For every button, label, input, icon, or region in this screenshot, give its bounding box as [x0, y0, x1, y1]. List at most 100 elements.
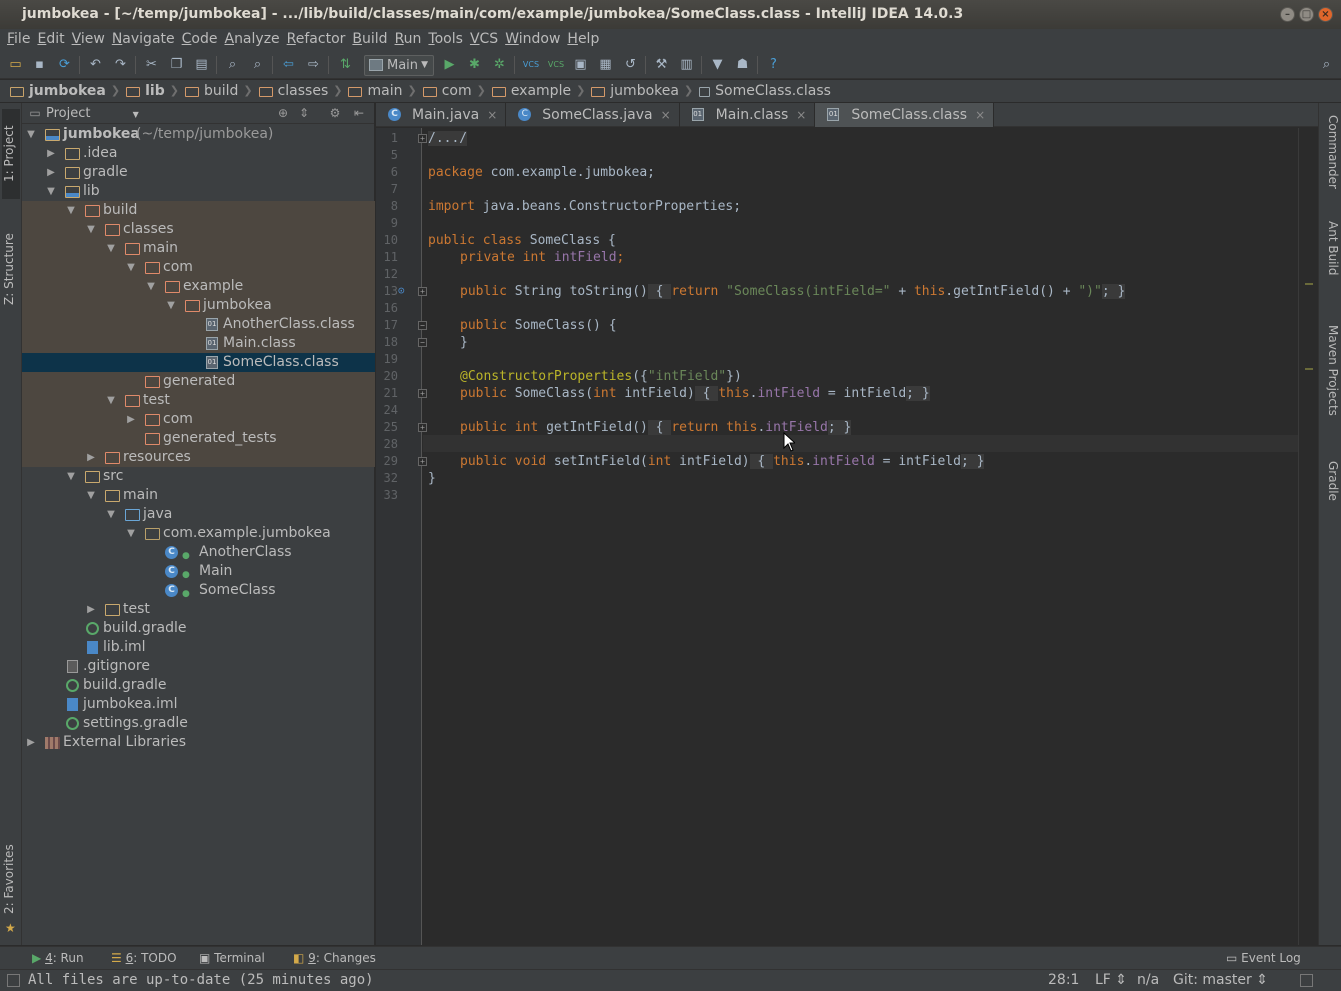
undo-icon[interactable]: ↶ — [87, 56, 104, 73]
project-panel-title[interactable]: Project — [46, 106, 90, 121]
line-separator[interactable]: LF ⇕ — [1095, 970, 1127, 991]
event-log-tool-button[interactable]: ▭ Event Log — [1226, 950, 1301, 967]
gradle-tool-tab[interactable]: Gradle — [1322, 461, 1340, 531]
menu-file[interactable]: File — [6, 29, 36, 51]
gear-icon[interactable]: ⚙ — [328, 106, 342, 120]
fold-marker-icon[interactable]: − — [418, 321, 427, 330]
menu-build[interactable]: Build — [351, 29, 393, 51]
synchronize-icon[interactable]: ⟳ — [56, 56, 73, 73]
breadcrumb-example[interactable]: example ❯ — [491, 80, 591, 102]
menu-window[interactable]: Window — [504, 29, 566, 51]
tree-item[interactable]: ▼ lib — [22, 182, 375, 201]
caret-position[interactable]: 28:1 — [1048, 970, 1079, 991]
coverage-icon[interactable]: ✲ — [491, 56, 508, 73]
tree-item[interactable]: C ● AnotherClass — [22, 543, 375, 562]
tree-item[interactable]: ▼ classes — [22, 220, 375, 239]
favorites-tool-tab[interactable]: 2: Favorites — [2, 831, 20, 927]
tree-item[interactable]: ▼ example — [22, 277, 375, 296]
open-folder-icon[interactable]: ▭ — [7, 56, 24, 73]
tree-item[interactable]: ▼ jumbokea — [22, 296, 375, 315]
tree-item[interactable]: ▼ main — [22, 486, 375, 505]
find-icon[interactable]: ⌕ — [224, 56, 241, 73]
tree-item-selected[interactable]: 01 SomeClass.class — [22, 353, 375, 372]
fold-marker-icon[interactable]: + — [418, 287, 427, 296]
tree-item[interactable]: build.gradle — [22, 619, 375, 638]
replace-icon[interactable]: ⌕ — [249, 56, 266, 73]
tree-item[interactable]: lib.iml — [22, 638, 375, 657]
breadcrumb-jumbokea-pkg[interactable]: jumbokea ❯ — [591, 80, 699, 102]
maven-projects-tool-tab[interactable]: Maven Projects — [1322, 325, 1340, 445]
tree-item[interactable]: generated_tests — [22, 429, 375, 448]
menu-refactor[interactable]: Refactor — [286, 29, 352, 51]
tree-item[interactable]: .gitignore — [22, 657, 375, 676]
run-icon[interactable]: ▶ — [441, 56, 458, 73]
close-tab-icon[interactable]: × — [487, 108, 497, 122]
breadcrumb-jumbokea[interactable]: jumbokea ❯ — [10, 80, 126, 102]
settings-icon[interactable]: ⚒ — [653, 56, 670, 73]
menu-edit[interactable]: Edit — [36, 29, 70, 51]
status-message[interactable]: All files are up-to-date (25 minutes ago… — [28, 970, 374, 991]
menu-vcs[interactable]: VCS — [469, 29, 504, 51]
menu-run[interactable]: Run — [394, 29, 428, 51]
tree-item[interactable]: ▼ build — [22, 201, 375, 220]
breadcrumb-lib[interactable]: lib ❯ — [126, 80, 185, 102]
vcs-update-icon[interactable]: VCS — [520, 56, 542, 73]
todo-tool-button[interactable]: ☰ 6: TODO — [111, 950, 177, 967]
paste-icon[interactable]: ▤ — [193, 56, 210, 73]
tree-item[interactable]: ▶ External Libraries — [22, 733, 375, 752]
code-editor[interactable]: 1 5 6 7 8 9 10 11 12 13 16 17 18 19 20 2… — [376, 128, 1318, 945]
breadcrumb-com[interactable]: com ❯ — [422, 80, 492, 102]
close-tab-icon[interactable]: × — [661, 108, 671, 122]
tree-item[interactable]: generated — [22, 372, 375, 391]
tree-item[interactable]: ▶ gradle — [22, 163, 375, 182]
editor-scrollbar[interactable] — [1298, 128, 1318, 945]
tree-item[interactable]: jumbokea.iml — [22, 695, 375, 714]
tree-item[interactable]: ▶ com — [22, 410, 375, 429]
changes-tool-button[interactable]: ◧ 9: Changes — [293, 950, 376, 967]
save-all-icon[interactable]: ▪ — [31, 56, 48, 73]
fold-marker-icon[interactable]: + — [418, 389, 427, 398]
cut-icon[interactable]: ✂ — [143, 56, 160, 73]
ant-build-tool-tab[interactable]: Ant Build — [1322, 221, 1340, 311]
tree-item[interactable]: 01 Main.class — [22, 334, 375, 353]
tree-item[interactable]: ▼ test — [22, 391, 375, 410]
tree-item[interactable]: ▼ com.example.jumbokea — [22, 524, 375, 543]
vcs-branch[interactable]: Git: master ⇕ — [1173, 970, 1268, 991]
tree-item[interactable]: 01 AnotherClass.class — [22, 315, 375, 334]
tab-someclass-class[interactable]: 01 SomeClass.class × — [815, 103, 995, 127]
redo-icon[interactable]: ↷ — [112, 56, 129, 73]
vcs-history-icon[interactable]: ▦ — [597, 56, 614, 73]
fold-marker-icon[interactable]: + — [418, 134, 427, 143]
search-everywhere-icon[interactable]: ⌕ — [1318, 56, 1335, 73]
vcs-commit-icon[interactable]: VCS — [545, 56, 567, 73]
tree-item[interactable]: C ● SomeClass — [22, 581, 375, 600]
help-icon[interactable]: ? — [765, 56, 782, 73]
run-tool-button[interactable]: ▶ 4: Run — [32, 950, 84, 967]
fold-marker-icon[interactable]: − — [418, 338, 427, 347]
terminal-tool-button[interactable]: ▣ Terminal — [199, 950, 265, 967]
close-tab-icon[interactable]: × — [975, 108, 985, 122]
override-marker-icon[interactable]: ⊙ — [398, 284, 405, 297]
view-dropdown-icon[interactable]: ▼ — [133, 110, 139, 119]
copy-icon[interactable]: ❐ — [168, 56, 185, 73]
menu-view[interactable]: View — [71, 29, 111, 51]
make-project-icon[interactable]: ⇅ — [337, 56, 354, 73]
tree-item[interactable]: C ● Main — [22, 562, 375, 581]
minimize-button[interactable]: – — [1280, 7, 1295, 22]
project-tool-tab[interactable]: 1: Project — [2, 109, 20, 199]
back-icon[interactable]: ⇦ — [280, 56, 297, 73]
tree-item[interactable]: ▶ .idea — [22, 144, 375, 163]
tree-item[interactable]: settings.gradle — [22, 714, 375, 733]
tree-item[interactable]: ▶ test — [22, 600, 375, 619]
breadcrumb-build[interactable]: build ❯ — [184, 80, 259, 102]
menu-tools[interactable]: Tools — [427, 29, 469, 51]
debug-icon[interactable]: ✱ — [466, 56, 483, 73]
breadcrumb-classes[interactable]: classes ❯ — [258, 80, 349, 102]
breadcrumb-main[interactable]: main ❯ — [348, 80, 422, 102]
tree-item[interactable]: ▼ jumbokea (~/temp/jumbokea) — [22, 125, 375, 144]
structure-tool-tab[interactable]: Z: Structure — [2, 221, 20, 317]
close-button[interactable]: × — [1318, 7, 1333, 22]
run-configuration-select[interactable]: Main ▼ — [364, 55, 434, 76]
commander-tool-tab[interactable]: Commander — [1322, 115, 1340, 205]
project-structure-icon[interactable]: ▥ — [678, 56, 695, 73]
